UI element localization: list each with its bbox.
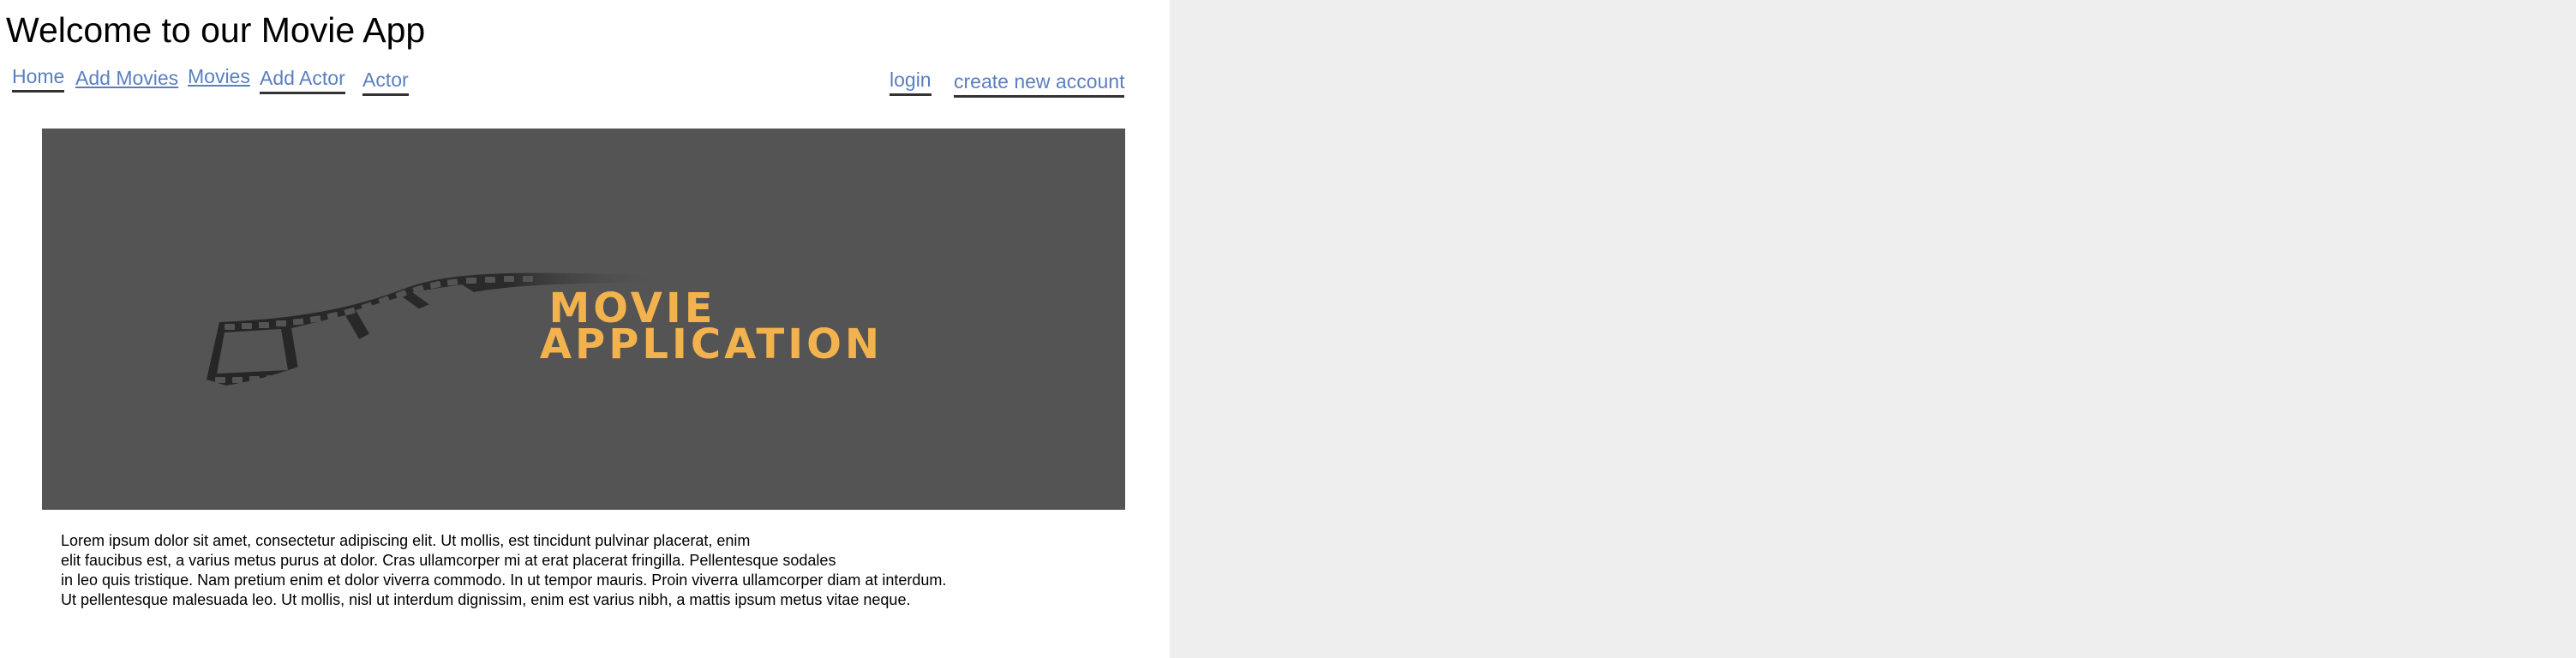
hero-banner: MOVIE APPLICATION <box>42 129 1125 510</box>
nav-link-movies[interactable]: Movies <box>188 64 250 90</box>
nav-link-actor[interactable]: Actor <box>362 68 409 96</box>
intro-paragraph: Lorem ipsum dolor sit amet, consectetur … <box>61 531 946 610</box>
nav-link-login[interactable]: login <box>890 68 932 96</box>
page-title: Welcome to our Movie App <box>6 10 426 50</box>
nav-link-add-actor[interactable]: Add Actor <box>260 66 345 94</box>
nav-link-add-movies[interactable]: Add Movies <box>75 66 178 92</box>
intro-line: Ut pellentesque malesuada leo. Ut mollis… <box>61 591 911 608</box>
intro-line: elit faucibus est, a varius metus purus … <box>61 552 836 569</box>
intro-line: Lorem ipsum dolor sit amet, consectetur … <box>61 532 751 549</box>
page: Welcome to our Movie App Home Add Movies… <box>0 0 1170 658</box>
banner-title-line2: APPLICATION <box>540 320 883 368</box>
movie-application-logo: MOVIE APPLICATION <box>207 272 883 386</box>
nav-link-create-account[interactable]: create new account <box>954 69 1125 98</box>
nav-link-home[interactable]: Home <box>12 64 65 93</box>
intro-line: in leo quis tristique. Nam pretium enim … <box>61 571 947 589</box>
